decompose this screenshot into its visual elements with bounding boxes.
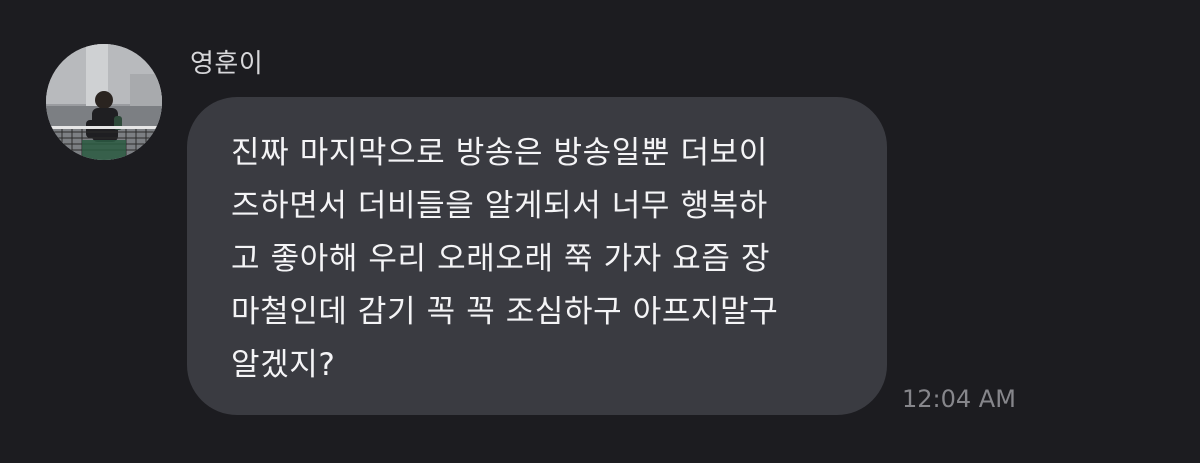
sender-avatar[interactable] [46,44,162,160]
chat-thread: 영훈이 진짜 마지막으로 방송은 방송일뿐 더보이 즈하면서 더비들을 알게되서… [0,0,1200,463]
message-text: 진짜 마지막으로 방송은 방송일뿐 더보이 즈하면서 더비들을 알게되서 너무 … [231,135,779,383]
message-timestamp: 12:04 AM [902,385,1016,413]
sender-name: 영훈이 [190,49,264,79]
message-bubble[interactable]: 진짜 마지막으로 방송은 방송일뿐 더보이 즈하면서 더비들을 알게되서 너무 … [187,97,887,415]
avatar-photo-icon [46,44,162,160]
